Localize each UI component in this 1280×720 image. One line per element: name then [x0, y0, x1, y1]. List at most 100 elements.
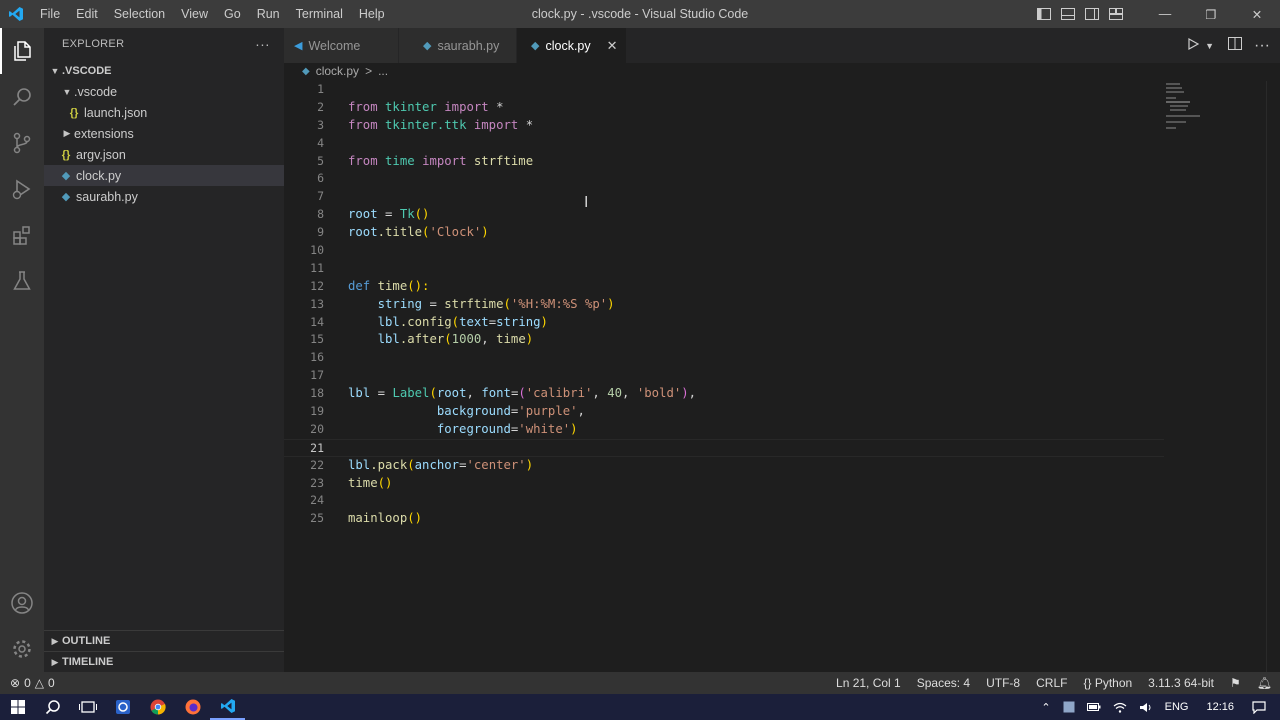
cursor-position[interactable]: Ln 21, Col 1	[828, 676, 909, 690]
json-file-icon: {}	[69, 106, 79, 119]
search-icon[interactable]	[0, 74, 44, 120]
tree-item-clock-py[interactable]: ◆ clock.py	[44, 165, 284, 186]
notification-center-icon[interactable]	[1246, 700, 1280, 714]
minimap[interactable]	[1166, 81, 1214, 141]
timeline-section[interactable]: ▶ TIMELINE	[44, 651, 284, 672]
windows-start-icon[interactable]	[0, 694, 35, 720]
minimize-icon[interactable]: —	[1142, 0, 1188, 28]
chevron-up-icon[interactable]: ⌃	[1035, 701, 1056, 714]
tree-item-argv-json[interactable]: {} argv.json	[44, 144, 284, 165]
tree-item-saurabh-py[interactable]: ◆ saurabh.py	[44, 186, 284, 207]
warning-icon: △	[34, 676, 44, 690]
tree-item-vscode-folder[interactable]: ▼ .vscode	[44, 81, 284, 102]
python-file-icon: ◆	[61, 191, 71, 203]
problems-indicator[interactable]: ⊗ 0 △ 0	[0, 676, 55, 690]
close-tab-icon[interactable]: ✕	[607, 38, 618, 54]
explorer-icon[interactable]	[0, 28, 44, 74]
chevron-down-icon[interactable]: ▼	[1205, 41, 1214, 51]
vertical-scrollbar[interactable]	[1266, 81, 1280, 672]
run-python-file-icon[interactable]	[1187, 37, 1200, 55]
notifications-bell-icon[interactable]: 🔔︎	[1249, 676, 1280, 690]
firefox-icon[interactable]	[175, 694, 210, 720]
language-indicator[interactable]: ENG	[1159, 701, 1195, 713]
breadcrumb-file[interactable]: clock.py	[316, 64, 359, 78]
line-number: 6	[317, 171, 324, 186]
tab-welcome[interactable]: ◀ Welcome	[284, 28, 399, 63]
code-line: 6	[284, 170, 1164, 188]
split-editor-icon[interactable]	[1228, 36, 1243, 55]
menu-view[interactable]: View	[173, 0, 216, 28]
line-number: 9	[317, 225, 324, 240]
tree-item-label: launch.json	[84, 105, 148, 120]
manage-gear-icon[interactable]	[0, 626, 44, 672]
language-mode[interactable]: {} Python	[1075, 676, 1140, 690]
vscode-icon: ◀	[294, 40, 303, 52]
more-actions-icon[interactable]: ···	[255, 36, 270, 52]
workspace-root-label: .VSCODE	[62, 64, 112, 77]
extensions-icon[interactable]	[0, 212, 44, 258]
tab-saurabh-py[interactable]: ◆ saurabh.py	[399, 28, 517, 63]
end-of-line[interactable]: CRLF	[1028, 676, 1075, 690]
tab-clock-py[interactable]: ◆ clock.py ✕	[517, 28, 627, 63]
chrome-icon[interactable]	[140, 694, 175, 720]
chevron-down-icon: ▼	[50, 65, 60, 76]
workspace-root[interactable]: ▼ .VSCODE	[44, 60, 284, 81]
source-control-icon[interactable]	[0, 120, 44, 166]
code-area[interactable]: 1 2 from tkinter import * 3 from tkinter.t…	[284, 81, 1164, 528]
tree-item-extensions-folder[interactable]: ▶ extensions	[44, 123, 284, 144]
close-icon[interactable]: ✕	[1234, 0, 1280, 28]
tree-item-launch-json[interactable]: {} launch.json	[44, 102, 284, 123]
run-debug-icon[interactable]	[0, 166, 44, 212]
volume-icon[interactable]	[1133, 702, 1159, 713]
line-number: 1	[317, 82, 324, 96]
toggle-panel-icon[interactable]	[1056, 0, 1080, 28]
testing-icon[interactable]	[0, 258, 44, 304]
breadcrumb-more[interactable]: ...	[378, 64, 388, 78]
task-view-icon[interactable]	[70, 694, 105, 720]
line-number: 17	[310, 368, 324, 383]
menu-selection[interactable]: Selection	[106, 0, 173, 28]
code-line: 10	[284, 242, 1164, 260]
explorer-title: EXPLORER	[62, 38, 125, 50]
customize-layout-icon[interactable]	[1104, 0, 1128, 28]
braces-icon: {}	[1083, 676, 1092, 690]
accounts-icon[interactable]	[0, 580, 44, 626]
search-icon[interactable]	[35, 694, 70, 720]
menu-file[interactable]: File	[32, 0, 68, 28]
line-number: 19	[310, 404, 324, 419]
wifi-icon[interactable]	[1107, 702, 1133, 713]
toggle-sidebar-icon[interactable]	[1032, 0, 1056, 28]
code-line: 13 string = strftime('%H:%M:%S %p')	[284, 296, 1164, 314]
tab-label: saurabh.py	[437, 38, 500, 53]
restore-icon[interactable]: ❐	[1188, 0, 1234, 28]
line-number: 13	[310, 296, 324, 311]
vscode-taskbar-icon[interactable]	[210, 694, 245, 720]
code-editor[interactable]: 1 2 from tkinter import * 3 from tkinter.t…	[284, 81, 1280, 672]
menu-run[interactable]: Run	[249, 0, 288, 28]
menu-help[interactable]: Help	[351, 0, 393, 28]
tab-label: Welcome	[308, 38, 361, 53]
menu-go[interactable]: Go	[216, 0, 249, 28]
feedback-icon[interactable]: ⚑	[1222, 676, 1249, 690]
battery-icon[interactable]	[1081, 702, 1107, 712]
menu-terminal[interactable]: Terminal	[288, 0, 351, 28]
line-number: 10	[310, 243, 324, 258]
activity-bar	[0, 28, 44, 672]
encoding[interactable]: UTF-8	[978, 676, 1028, 690]
toggle-secondary-sidebar-icon[interactable]	[1080, 0, 1104, 28]
line-number: 2	[317, 99, 324, 114]
outline-section[interactable]: ▶ OUTLINE	[44, 630, 284, 651]
app-tray-icon[interactable]	[1057, 701, 1081, 713]
code-line: 22 lbl.pack(anchor='center')	[284, 457, 1164, 475]
cpu-tool-icon[interactable]	[105, 694, 140, 720]
more-actions-icon[interactable]: ···	[1254, 37, 1270, 55]
text-cursor-icon: I	[584, 194, 589, 211]
clock-time[interactable]: 12:16	[1194, 701, 1246, 713]
code-line-current[interactable]: 21	[284, 438, 1164, 457]
indentation[interactable]: Spaces: 4	[909, 676, 978, 690]
menu-edit[interactable]: Edit	[68, 0, 106, 28]
editor-actions: ▼ ···	[1187, 28, 1280, 63]
python-interpreter[interactable]: 3.11.3 64-bit	[1140, 676, 1222, 690]
tree-item-label: extensions	[74, 126, 134, 141]
system-tray: ⌃ ENG 12:16	[1035, 694, 1280, 720]
